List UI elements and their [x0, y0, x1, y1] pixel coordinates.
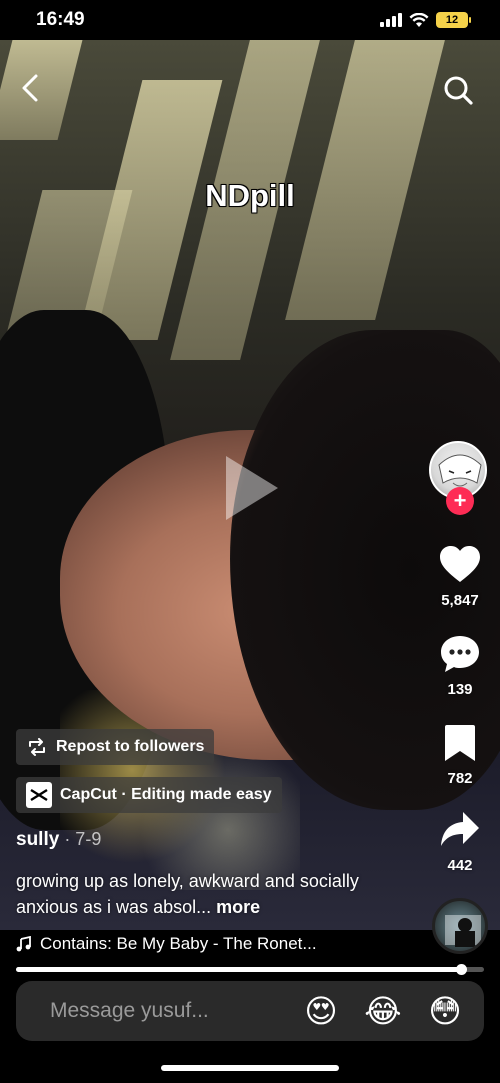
message-placeholder[interactable]: Message yusuf...	[50, 999, 282, 1023]
caption-more-link[interactable]: more	[211, 897, 260, 917]
comment-count: 139	[447, 681, 473, 698]
save-button[interactable]: 782	[430, 723, 490, 787]
share-button[interactable]: 442	[430, 810, 490, 874]
video-caption[interactable]: growing up as lonely, awkward and social…	[16, 868, 416, 920]
message-input[interactable]: Message yusuf... 😍 😂 😳	[16, 981, 484, 1041]
emoji-laughing-button[interactable]: 😂	[360, 995, 406, 1027]
cellular-signal-icon	[380, 13, 402, 27]
video-progress-bar[interactable]	[16, 964, 484, 975]
music-bar[interactable]: Contains: Be My Baby - The Ronet...	[0, 930, 500, 958]
status-icons: 12	[380, 12, 471, 28]
capcut-label: CapCut · Editing made easy	[60, 786, 272, 803]
music-disc[interactable]	[432, 898, 488, 954]
chevron-left-icon	[22, 74, 38, 102]
progress-knob[interactable]	[455, 964, 467, 975]
music-label: Contains: Be My Baby - The Ronet...	[40, 934, 317, 953]
wifi-icon	[409, 12, 429, 27]
status-time: 16:49	[36, 9, 85, 30]
caption-text: growing up as lonely, awkward and social…	[16, 871, 359, 917]
share-arrow-icon	[441, 812, 479, 846]
like-count: 5,847	[441, 592, 479, 609]
save-count: 782	[447, 770, 473, 787]
creator-avatar-button[interactable]: +	[429, 441, 489, 515]
repost-label: Repost to followers	[56, 738, 205, 755]
home-indicator	[161, 1065, 339, 1071]
play-icon[interactable]	[222, 452, 282, 524]
heart-icon	[440, 546, 480, 582]
author-name[interactable]: sully	[16, 829, 59, 850]
repost-icon	[29, 738, 45, 756]
bookmark-icon	[445, 725, 475, 761]
emoji-flushed-button[interactable]: 😳	[422, 995, 468, 1027]
repost-button[interactable]: Repost to followers	[16, 729, 215, 765]
post-date: · 7-9	[59, 829, 102, 849]
video-overlay-text: NDpill	[205, 178, 295, 213]
battery-level: 12	[445, 14, 459, 26]
battery-icon: 12	[436, 12, 471, 28]
follow-plus-icon[interactable]: +	[446, 487, 474, 515]
share-count: 442	[447, 857, 473, 874]
back-button[interactable]	[16, 70, 46, 106]
status-bar: 16:49 12	[0, 0, 500, 40]
progress-fill	[16, 967, 461, 972]
like-button[interactable]: 5,847	[430, 545, 490, 609]
comment-icon	[441, 636, 479, 672]
emoji-heart-eyes-button[interactable]: 😍	[298, 995, 344, 1027]
search-button[interactable]	[440, 72, 476, 108]
author-row[interactable]: sully · 7-9	[16, 829, 101, 851]
capcut-banner[interactable]: CapCut · Editing made easy	[16, 777, 282, 813]
capcut-logo-icon	[26, 782, 52, 808]
search-icon	[444, 76, 473, 105]
music-note-icon	[16, 936, 31, 952]
comment-button[interactable]: 139	[430, 634, 490, 698]
